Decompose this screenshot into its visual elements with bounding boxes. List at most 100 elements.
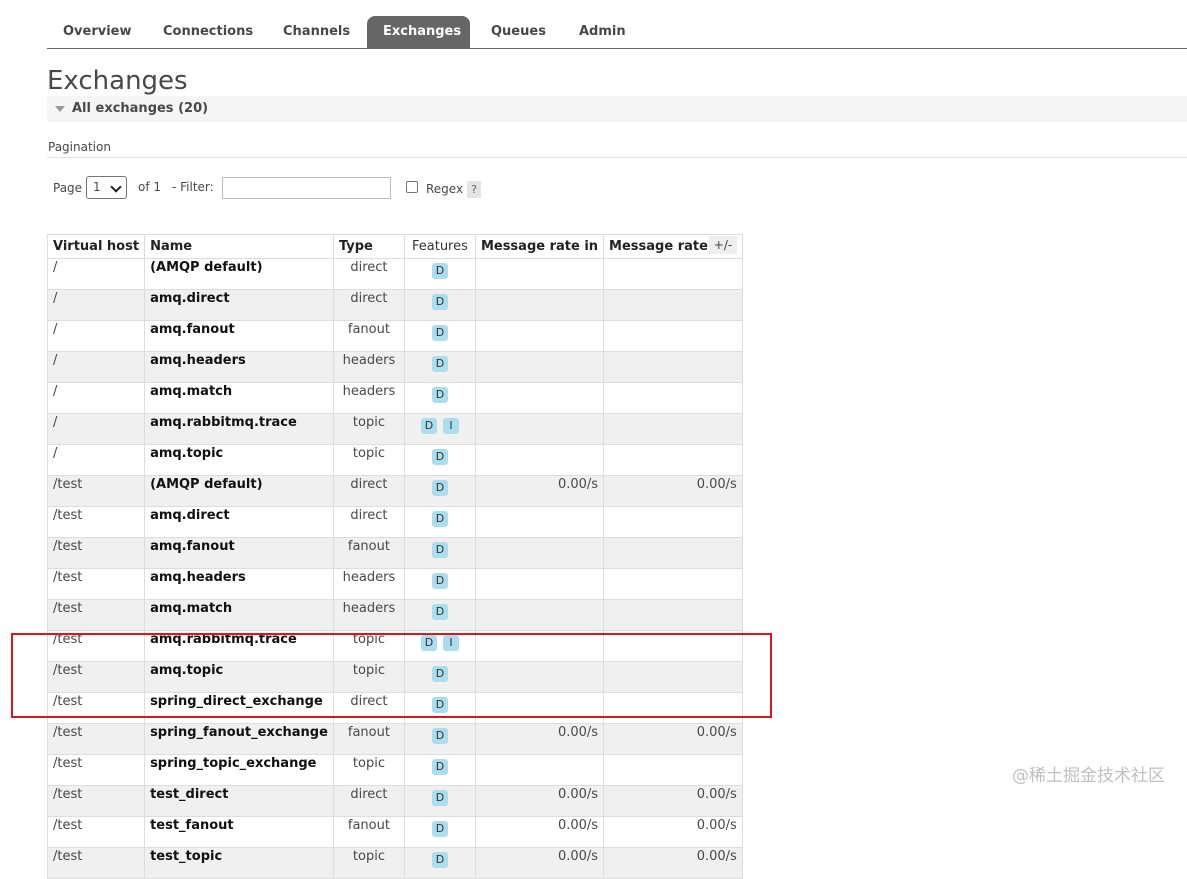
tab-exchanges[interactable]: Exchanges bbox=[367, 16, 470, 48]
table-row[interactable]: / amq.fanout fanout D bbox=[46, 320, 743, 352]
exchange-name-link[interactable]: amq.fanout bbox=[144, 320, 334, 352]
features-cell: D bbox=[403, 351, 476, 383]
vhost-cell: / bbox=[46, 413, 146, 445]
exchange-name-link[interactable]: amq.match bbox=[144, 599, 334, 631]
rate-in-cell: 0.00/s bbox=[474, 785, 605, 817]
type-cell: direct bbox=[332, 785, 405, 817]
columns-toggle-button[interactable]: +/- bbox=[709, 236, 737, 254]
type-cell: direct bbox=[332, 289, 405, 321]
highlight-box bbox=[11, 633, 772, 718]
exchange-name-link[interactable]: amq.topic bbox=[144, 444, 334, 476]
filter-input[interactable] bbox=[222, 177, 391, 199]
exchange-name-link[interactable]: test_topic bbox=[144, 847, 334, 879]
rate-out-cell bbox=[603, 351, 743, 383]
rate-out-cell bbox=[603, 537, 743, 569]
exchange-name-link[interactable]: test_direct bbox=[144, 785, 334, 817]
features-cell: D bbox=[403, 847, 476, 879]
vhost-cell: /test bbox=[46, 568, 146, 600]
table-row[interactable]: / amq.direct direct D bbox=[46, 289, 743, 321]
table-row[interactable]: /test (AMQP default) direct D 0.00/s 0.00/s bbox=[46, 475, 743, 507]
feature-badge: D bbox=[431, 480, 448, 496]
exchange-name-link[interactable]: amq.direct bbox=[144, 289, 334, 321]
col-virtual-host[interactable]: Virtual host bbox=[46, 234, 146, 259]
feature-badge: D bbox=[431, 325, 448, 341]
feature-badge: D bbox=[431, 759, 448, 775]
exchange-name-link[interactable]: spring_fanout_exchange bbox=[144, 723, 334, 755]
feature-badge: D bbox=[431, 356, 448, 372]
table-row[interactable]: /test amq.fanout fanout D bbox=[46, 537, 743, 569]
page-title: Exchanges bbox=[47, 66, 188, 96]
rate-out-cell bbox=[603, 444, 743, 476]
table-row[interactable]: /test test_topic topic D 0.00/s 0.00/s bbox=[46, 847, 743, 879]
col-name[interactable]: Name bbox=[144, 234, 334, 259]
exchange-name-link[interactable]: amq.headers bbox=[144, 351, 334, 383]
exchange-name-link[interactable]: spring_topic_exchange bbox=[144, 754, 334, 786]
exchange-name-link[interactable]: amq.match bbox=[144, 382, 334, 414]
exchanges-table: Virtual host Name Type Features Message … bbox=[46, 234, 743, 879]
rate-out-cell bbox=[603, 599, 743, 631]
table-row[interactable]: /test test_direct direct D 0.00/s 0.00/s bbox=[46, 785, 743, 817]
feature-badge: I bbox=[442, 418, 459, 434]
features-cell: D bbox=[403, 258, 476, 290]
table-row[interactable]: /test amq.direct direct D bbox=[46, 506, 743, 538]
vhost-cell: /test bbox=[46, 537, 146, 569]
regex-checkbox[interactable] bbox=[406, 181, 418, 193]
page-select[interactable]: 1 bbox=[86, 176, 127, 199]
feature-badge: D bbox=[431, 449, 448, 465]
table-row[interactable]: / amq.rabbitmq.trace topic D I bbox=[46, 413, 743, 445]
filter-label: - Filter: bbox=[172, 180, 214, 194]
rate-in-cell: 0.00/s bbox=[474, 475, 605, 507]
feature-badge: D bbox=[431, 852, 448, 868]
exchange-name-link[interactable]: amq.fanout bbox=[144, 537, 334, 569]
table-row[interactable]: /test spring_topic_exchange topic D bbox=[46, 754, 743, 786]
all-exchanges-toggle[interactable]: All exchanges (20) bbox=[47, 96, 1187, 122]
tab-overview[interactable]: Overview bbox=[47, 16, 143, 48]
table-row[interactable]: /test amq.match headers D bbox=[46, 599, 743, 631]
features-cell: D bbox=[403, 785, 476, 817]
tab-admin[interactable]: Admin bbox=[563, 16, 639, 48]
regex-help-button[interactable]: ? bbox=[467, 181, 481, 198]
table-row[interactable]: / amq.topic topic D bbox=[46, 444, 743, 476]
exchange-name-link[interactable]: (AMQP default) bbox=[144, 475, 334, 507]
rate-in-cell bbox=[474, 413, 605, 445]
vhost-cell: /test bbox=[46, 599, 146, 631]
features-cell: D bbox=[403, 444, 476, 476]
tab-connections[interactable]: Connections bbox=[147, 16, 263, 48]
tab-channels[interactable]: Channels bbox=[267, 16, 363, 48]
features-cell: D bbox=[403, 506, 476, 538]
table-row[interactable]: / amq.headers headers D bbox=[46, 351, 743, 383]
type-cell: headers bbox=[332, 382, 405, 414]
vhost-cell: /test bbox=[46, 785, 146, 817]
rate-out-cell: 0.00/s bbox=[603, 847, 743, 879]
chevron-down-icon bbox=[110, 181, 122, 193]
rate-in-cell bbox=[474, 320, 605, 352]
rate-out-cell bbox=[603, 382, 743, 414]
feature-badge: D bbox=[431, 511, 448, 527]
feature-badge: D bbox=[431, 542, 448, 558]
tab-queues[interactable]: Queues bbox=[475, 16, 559, 48]
table-row[interactable]: /test spring_fanout_exchange fanout D 0.00/s… bbox=[46, 723, 743, 755]
exchange-name-link[interactable]: amq.headers bbox=[144, 568, 334, 600]
table-row[interactable]: /test test_fanout fanout D 0.00/s 0.00/s bbox=[46, 816, 743, 848]
rate-out-cell bbox=[603, 506, 743, 538]
exchange-name-link[interactable]: amq.direct bbox=[144, 506, 334, 538]
exchange-name-link[interactable]: test_fanout bbox=[144, 816, 334, 848]
feature-badge: D bbox=[420, 418, 437, 434]
exchange-name-link[interactable]: (AMQP default) bbox=[144, 258, 334, 290]
divider bbox=[47, 157, 1187, 158]
exchange-name-link[interactable]: amq.rabbitmq.trace bbox=[144, 413, 334, 445]
col-type[interactable]: Type bbox=[332, 234, 405, 259]
rate-in-cell bbox=[474, 351, 605, 383]
rate-in-cell: 0.00/s bbox=[474, 816, 605, 848]
table-row[interactable]: /test amq.headers headers D bbox=[46, 568, 743, 600]
page-select-value: 1 bbox=[93, 180, 101, 194]
col-rate-in[interactable]: Message rate in bbox=[474, 234, 605, 259]
table-row[interactable]: / amq.match headers D bbox=[46, 382, 743, 414]
type-cell: fanout bbox=[332, 320, 405, 352]
table-row[interactable]: / (AMQP default) direct D bbox=[46, 258, 743, 290]
features-cell: D bbox=[403, 754, 476, 786]
rate-in-cell bbox=[474, 382, 605, 414]
regex-label: Regex bbox=[426, 182, 464, 196]
vhost-cell: / bbox=[46, 289, 146, 321]
rate-out-cell: 0.00/s bbox=[603, 723, 743, 755]
